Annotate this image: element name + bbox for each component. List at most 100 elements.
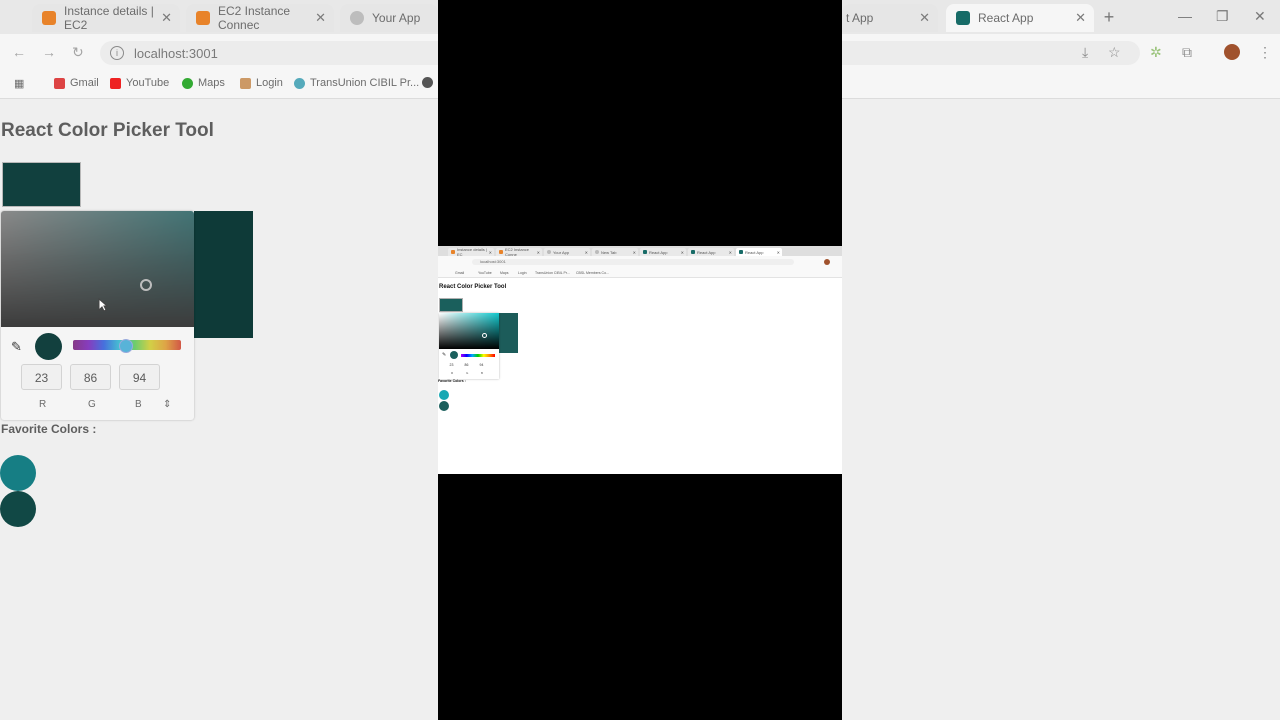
mini-tab-active[interactable]: React App ✕: [736, 248, 782, 256]
blue-label: B: [135, 399, 142, 410]
bookmark-youtube[interactable]: YouTube: [110, 77, 169, 89]
mini-favorite-color[interactable]: [439, 390, 449, 400]
reload-icon[interactable]: ↻: [72, 44, 84, 61]
eyedropper-icon[interactable]: ✎: [11, 339, 22, 355]
mini-saturation-area[interactable]: [439, 313, 499, 349]
mini-blue-label: B: [481, 371, 484, 375]
mouse-cursor-icon: [98, 298, 108, 312]
close-icon[interactable]: ✕: [315, 10, 326, 26]
green-input[interactable]: 86: [70, 364, 111, 390]
maps-icon: [182, 77, 193, 89]
close-window-icon[interactable]: ✕: [1254, 8, 1266, 25]
mini-bookmark[interactable]: Gmail: [455, 271, 464, 275]
tab-label: Instance details | EC2: [64, 4, 154, 32]
mini-tab[interactable]: New Tab ✕: [592, 248, 638, 256]
hue-slider-handle[interactable]: [119, 339, 133, 353]
blue-input[interactable]: 94: [119, 364, 160, 390]
mini-bookmark[interactable]: TransUnion CIBIL Pr...: [535, 271, 570, 275]
puzzle-icon[interactable]: ⧉: [1182, 44, 1192, 61]
mini-bookmarks-bar: Gmail YouTube Maps Login TransUnion CIBI…: [438, 269, 842, 278]
mini-bookmark[interactable]: Login: [518, 271, 527, 275]
apps-icon[interactable]: ▦: [14, 77, 24, 90]
tab-react-app-partial[interactable]: t App ✕: [842, 4, 938, 32]
minimize-icon[interactable]: —: [1178, 8, 1192, 24]
mini-current-color: [450, 351, 458, 359]
mini-saturation-pointer[interactable]: [482, 333, 487, 338]
mini-tab[interactable]: Instance details | EC ✕: [448, 247, 494, 257]
color-swatch-button[interactable]: [2, 162, 81, 207]
bookmark-maps[interactable]: Maps: [182, 77, 225, 89]
bookmark-login[interactable]: Login: [240, 77, 283, 89]
mini-address-bar[interactable]: localhost:3001: [472, 259, 794, 265]
color-preview-box: [194, 211, 253, 338]
install-icon[interactable]: ⤓: [1082, 44, 1088, 61]
extension-icon[interactable]: ✲: [1150, 44, 1162, 61]
tab-instance-details[interactable]: Instance details | EC2 ✕: [32, 4, 180, 32]
url-text: localhost:3001: [134, 45, 218, 61]
bookmark-gmail[interactable]: Gmail: [54, 77, 99, 89]
mini-tab[interactable]: Your App ✕: [544, 248, 590, 256]
tab-react-app[interactable]: React App ✕: [946, 4, 1094, 32]
tab-label: React App: [978, 11, 1034, 25]
site-info-icon[interactable]: i: [110, 46, 124, 60]
mode-toggle-icon[interactable]: ⇕: [163, 399, 171, 410]
close-icon[interactable]: ✕: [729, 250, 732, 255]
mini-red-input[interactable]: 23: [446, 362, 457, 368]
back-icon[interactable]: ←: [12, 44, 26, 60]
favorite-color-swatch[interactable]: [0, 491, 36, 527]
tab-label: t App: [846, 11, 874, 25]
tab-label: Your App: [372, 11, 421, 25]
tab-your-app[interactable]: Your App: [340, 4, 438, 32]
bookmark-transunion[interactable]: TransUnion CIBIL Pr...: [294, 77, 419, 89]
saturation-pointer[interactable]: [140, 279, 152, 291]
aws-icon: [499, 250, 503, 254]
close-icon[interactable]: ✕: [537, 250, 540, 255]
mini-favorite-color[interactable]: [439, 401, 449, 411]
close-icon[interactable]: ✕: [681, 250, 684, 255]
globe-icon[interactable]: [422, 77, 438, 88]
mini-avatar[interactable]: [824, 259, 830, 265]
close-icon[interactable]: ✕: [919, 10, 930, 26]
close-icon[interactable]: ✕: [585, 250, 588, 255]
close-icon[interactable]: ✕: [777, 250, 780, 255]
forward-icon[interactable]: →: [42, 44, 56, 60]
mini-hue-slider[interactable]: [461, 354, 495, 357]
mini-bookmark[interactable]: YouTube: [478, 271, 492, 275]
aws-icon: [196, 11, 210, 25]
mini-tab[interactable]: React App ✕: [640, 248, 686, 256]
mini-tab[interactable]: EC2 Instance Conne ✕: [496, 247, 542, 257]
mini-tab-strip: Instance details | EC ✕ EC2 Instance Conn…: [438, 246, 842, 257]
mini-favorites-heading: Favorite Colors :: [438, 379, 466, 383]
mini-tab[interactable]: React App ✕: [688, 248, 734, 256]
restore-icon[interactable]: ❐: [1216, 8, 1229, 25]
red-input[interactable]: 23: [21, 364, 62, 390]
menu-icon[interactable]: ⋮: [1258, 44, 1272, 61]
react-app-icon: [956, 11, 970, 25]
mini-color-preview-box: [499, 313, 518, 353]
mini-bookmark[interactable]: CBSL Members Co...: [576, 271, 609, 275]
react-app-icon: [691, 250, 695, 254]
react-app-icon: [643, 250, 647, 254]
mini-red-label: R: [451, 371, 454, 375]
star-icon[interactable]: ☆: [1108, 44, 1121, 61]
tab-ec2-connect[interactable]: EC2 Instance Connec ✕: [186, 4, 334, 32]
avatar[interactable]: [1224, 44, 1240, 60]
close-icon[interactable]: ✕: [161, 10, 172, 26]
mini-blue-input[interactable]: 94: [476, 362, 487, 368]
globe-icon: [595, 250, 599, 254]
favorite-color-swatch[interactable]: [0, 455, 36, 491]
close-icon[interactable]: ✕: [1075, 10, 1086, 26]
mini-green-input[interactable]: 86: [461, 362, 472, 368]
gmail-icon: [54, 77, 65, 89]
close-icon[interactable]: ✕: [489, 250, 492, 255]
page-title: React Color Picker Tool: [1, 120, 214, 141]
mini-eyedropper-icon[interactable]: ✎: [442, 352, 446, 358]
current-color-preview: [35, 333, 62, 360]
mini-color-swatch[interactable]: [439, 298, 463, 312]
mini-bookmark[interactable]: Maps: [500, 271, 509, 275]
globe-icon: [350, 11, 364, 25]
new-tab-button[interactable]: +: [1100, 8, 1118, 26]
aws-icon: [451, 250, 455, 254]
favorites-heading: Favorite Colors :: [1, 422, 97, 436]
close-icon[interactable]: ✕: [633, 250, 636, 255]
